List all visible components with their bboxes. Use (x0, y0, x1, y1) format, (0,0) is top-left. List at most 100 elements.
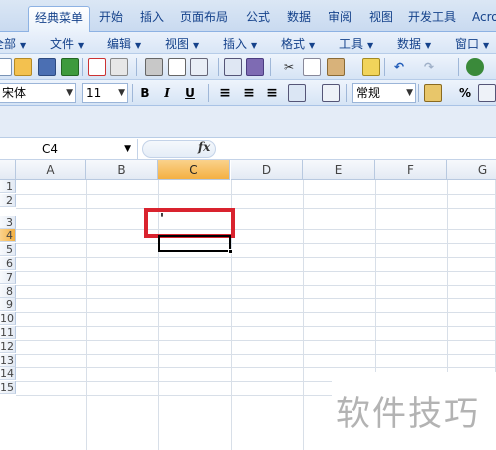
row-header-5[interactable]: 5 (0, 243, 16, 257)
cell-c3-content[interactable]: ' (160, 212, 164, 227)
row-header-2[interactable]: 2 (0, 193, 16, 207)
copy-doc-icon[interactable] (110, 58, 128, 76)
ribbon-tab-bar: 经典菜单 开始 插入 页面布局 公式 数据 审阅 视图 开发工具 Acro (0, 0, 496, 32)
name-box[interactable]: C4 ▼ (0, 139, 138, 159)
row-header-1[interactable]: 1 (0, 180, 16, 193)
paste-icon[interactable] (327, 58, 345, 76)
row-header-11[interactable]: 11 (0, 326, 16, 339)
menu-data-label: 数据 (397, 37, 422, 51)
font-size-select[interactable]: 11 ▼ (82, 83, 128, 103)
underline-button[interactable]: U (181, 84, 199, 102)
menu-window[interactable]: 窗口 ▼ (455, 35, 489, 52)
menu-view[interactable]: 视图 ▼ (165, 35, 199, 52)
align-center-icon[interactable]: ≡ (240, 84, 258, 102)
redo-icon[interactable]: ↷ (420, 58, 438, 76)
tab-data[interactable]: 数据 (283, 6, 315, 30)
row-header-4[interactable]: 4 (0, 229, 16, 243)
spell-check-icon[interactable] (224, 58, 242, 76)
open-folder-icon[interactable] (14, 58, 32, 76)
row-header-14[interactable]: 14 (0, 367, 16, 381)
chevron-down-icon: ▼ (66, 88, 73, 98)
toolbar-separator (208, 84, 209, 102)
tab-review[interactable]: 审阅 (324, 6, 356, 30)
tab-formulas[interactable]: 公式 (242, 6, 274, 30)
column-header-a[interactable]: A (16, 160, 86, 180)
font-name-select[interactable]: 宋体 ▼ (0, 83, 76, 103)
cut-icon[interactable]: ✂ (280, 58, 298, 76)
save-icon[interactable] (38, 58, 56, 76)
font-name-value: 宋体 (2, 86, 27, 100)
row-header-13[interactable]: 13 (0, 353, 16, 367)
tab-developer[interactable]: 开发工具 (404, 6, 460, 30)
print-icon[interactable] (145, 58, 163, 76)
font-size-value: 11 (86, 86, 102, 100)
menu-tools[interactable]: 工具 ▼ (339, 35, 373, 52)
menu-edit[interactable]: 编辑 ▼ (107, 35, 141, 52)
row-header-12[interactable]: 12 (0, 339, 16, 353)
column-header-f[interactable]: F (375, 160, 447, 180)
currency-icon[interactable] (424, 84, 442, 102)
research-book-icon[interactable] (246, 58, 264, 76)
tab-page-layout[interactable]: 页面布局 (176, 6, 232, 30)
column-header-g[interactable]: G (447, 160, 496, 180)
chevron-down-icon: ▼ (309, 41, 316, 50)
row-header-6[interactable]: 6 (0, 257, 16, 270)
row-header-15[interactable]: 15 (0, 381, 16, 395)
comma-style-icon[interactable] (478, 84, 496, 102)
excel-icon[interactable] (61, 58, 79, 76)
wrap-text-icon[interactable] (322, 84, 340, 102)
menu-insert[interactable]: 插入 ▼ (223, 35, 257, 52)
row-gridline (16, 326, 496, 327)
chevron-down-icon: ▼ (367, 41, 374, 50)
percent-button[interactable]: % (456, 84, 474, 102)
tab-acrobat[interactable]: Acro (468, 6, 496, 30)
toolbar-separator (458, 58, 459, 76)
pdf-export-icon[interactable] (88, 58, 106, 76)
copy-icon[interactable] (303, 58, 321, 76)
menu-edit-label: 编辑 (107, 37, 132, 51)
align-right-icon[interactable]: ≡ (263, 84, 281, 102)
row-header-9[interactable]: 9 (0, 298, 16, 312)
row-header-10[interactable]: 10 (0, 312, 16, 326)
menu-data[interactable]: 数据 ▼ (397, 35, 431, 52)
chevron-down-icon: ▼ (425, 41, 432, 50)
column-header-c[interactable]: C (158, 160, 230, 180)
fill-handle[interactable] (228, 249, 233, 254)
tab-view[interactable]: 视图 (365, 6, 397, 30)
row-header-8[interactable]: 8 (0, 284, 16, 298)
column-gridline (303, 180, 304, 450)
italic-button[interactable]: I (158, 84, 176, 102)
chevron-down-icon: ▼ (118, 88, 125, 98)
menu-format[interactable]: 格式 ▼ (281, 35, 315, 52)
new-document-icon[interactable] (0, 58, 12, 76)
print-preview-icon[interactable] (168, 58, 186, 76)
column-header-b[interactable]: B (86, 160, 158, 180)
format-painter-icon[interactable] (362, 58, 380, 76)
watermark-text: 软件技巧 (336, 394, 480, 434)
column-header-d[interactable]: D (231, 160, 303, 180)
tab-classic-menu[interactable]: 经典菜单 (28, 6, 91, 32)
page-setup-icon[interactable] (190, 58, 208, 76)
toolbar-separator (218, 58, 219, 76)
undo-icon[interactable]: ↶ (390, 58, 408, 76)
column-header-e[interactable]: E (303, 160, 375, 180)
row-header-3[interactable]: 3 (0, 215, 16, 229)
bold-button[interactable]: B (136, 84, 154, 102)
toolbar-separator (82, 58, 83, 76)
row-header-7[interactable]: 7 (0, 270, 16, 284)
chevron-down-icon: ▼ (78, 41, 85, 50)
active-cell-c4[interactable] (158, 235, 231, 252)
number-format-select[interactable]: 常规 ▼ (352, 83, 416, 103)
menu-file[interactable]: 文件 ▼ (50, 35, 84, 52)
hyperlink-icon[interactable] (466, 58, 484, 76)
insert-function-button[interactable]: fx (198, 140, 210, 154)
tab-home[interactable]: 开始 (95, 6, 127, 30)
menu-all[interactable]: 全部▼ (0, 35, 26, 52)
select-all-corner[interactable] (0, 160, 16, 180)
align-left-icon[interactable]: ≡ (216, 84, 234, 102)
row-gridline (16, 257, 496, 258)
name-box-value: C4 (42, 142, 59, 156)
row-gridline (16, 270, 496, 272)
tab-insert[interactable]: 插入 (136, 6, 168, 30)
merge-center-icon[interactable] (288, 84, 306, 102)
